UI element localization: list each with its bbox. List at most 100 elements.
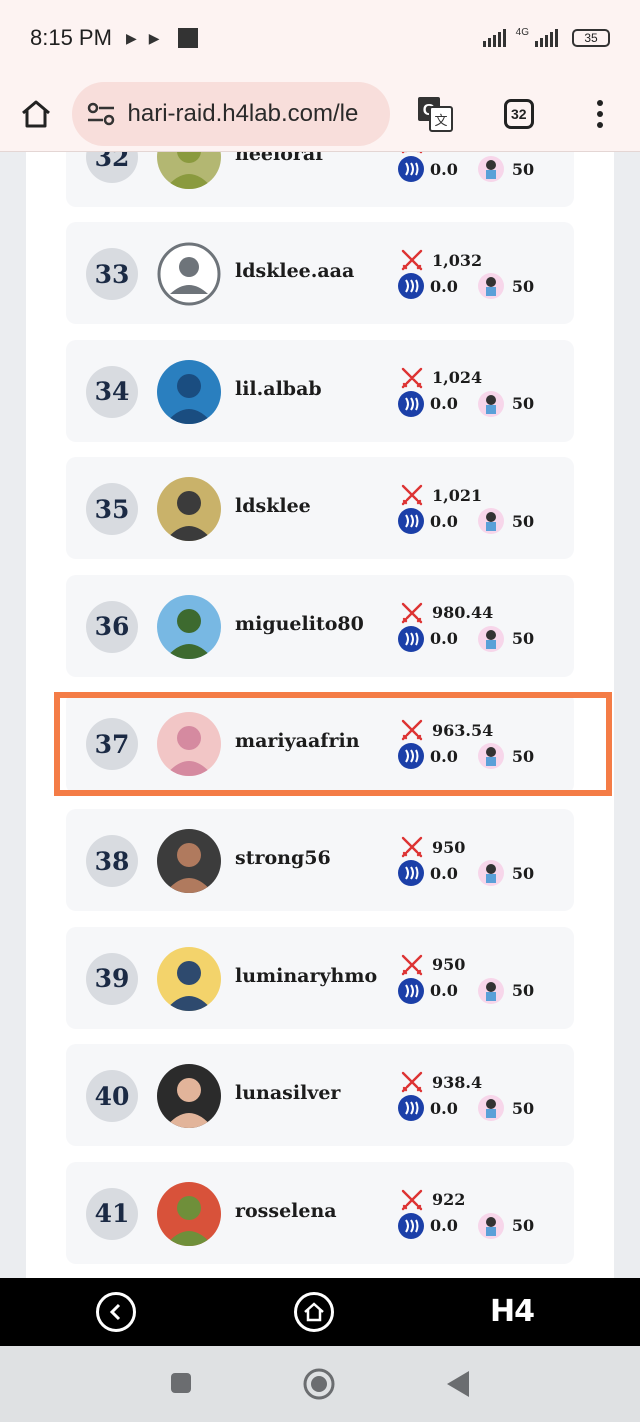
steem-icon (398, 1095, 424, 1122)
steem-value: 0.0 (430, 511, 458, 531)
username[interactable]: ldsklee (235, 495, 311, 517)
raid-score: 950 (400, 953, 465, 977)
username[interactable]: luminaryhmo (235, 965, 377, 987)
raid-value: 938.4 (432, 1072, 483, 1092)
rewards-line: 0.0 50 (398, 625, 534, 652)
tab-switcher-button[interactable]: 32 (477, 76, 560, 152)
overflow-menu-button[interactable] (561, 76, 640, 152)
crossed-swords-icon (401, 484, 423, 506)
rank-number: 39 (94, 964, 130, 994)
avatar (157, 152, 221, 189)
rewards-line: 0.0 50 (398, 977, 535, 1004)
system-back-icon[interactable] (446, 1370, 470, 1398)
stake-value: 50 (511, 1098, 535, 1118)
rank-number: 40 (94, 1081, 130, 1111)
page-content: 32 neeloraf 0.0 50 33 ldsklee.aaa 1,032 … (0, 152, 640, 1278)
steem-value: 0.0 (430, 1216, 458, 1236)
system-home-icon[interactable] (302, 1367, 336, 1401)
steem-icon (398, 860, 424, 887)
home-button[interactable] (0, 76, 72, 152)
url-text: hari-raid.h4lab.com/le (127, 99, 359, 127)
mascot-icon (477, 390, 504, 417)
steem-value: 0.0 (430, 981, 458, 1001)
mascot-icon (477, 1095, 504, 1122)
brand-logo[interactable]: H4 (490, 1294, 535, 1329)
rewards-line: 0.0 50 (398, 743, 534, 769)
crossed-swords-icon (401, 602, 423, 623)
leaderboard-row[interactable]: 33 ldsklee.aaa 1,032 0.0 50 (66, 222, 574, 325)
leaderboard-row[interactable]: 36 miguelito80 980.44 0.0 50 (66, 574, 574, 677)
home-icon (21, 100, 50, 127)
avatar (157, 477, 221, 542)
leaderboard-row[interactable]: 41 rosselena 922 0.0 50 (66, 1161, 574, 1264)
rank-number: 37 (94, 729, 130, 759)
steem-icon (398, 977, 424, 1004)
address-bar[interactable]: hari-raid.h4lab.com/le (71, 81, 390, 146)
notification-icon (177, 28, 198, 48)
stake-value: 50 (511, 981, 535, 1001)
svg-text:文: 文 (435, 114, 448, 129)
avatar (157, 946, 221, 1011)
status-time: 8:15 PM (30, 25, 112, 50)
site-settings-icon[interactable] (86, 102, 116, 126)
leaderboard-row[interactable]: 40 lunasilver 938.4 0.0 50 (66, 1044, 574, 1147)
avatar (157, 594, 221, 659)
mascot-icon (477, 273, 504, 300)
steem-value: 0.0 (430, 276, 458, 296)
username[interactable]: ldsklee.aaa (235, 260, 354, 282)
rank-badge: 34 (86, 365, 138, 418)
raid-score: 963.54 (400, 718, 493, 742)
rank-badge: 41 (86, 1187, 138, 1240)
steem-value: 0.0 (430, 746, 458, 766)
username[interactable]: rosselena (235, 1200, 337, 1222)
rank-badge: 39 (86, 952, 138, 1005)
rank-number: 38 (94, 846, 130, 876)
mascot-icon (477, 743, 504, 769)
rank-badge: 33 (86, 248, 138, 301)
leaderboard-row[interactable]: 32 neeloraf 0.0 50 (66, 152, 574, 207)
steem-icon (398, 625, 424, 652)
recent-apps-icon[interactable] (170, 1372, 192, 1394)
avatar (157, 712, 221, 776)
media-play-icon: ▶ (148, 29, 160, 46)
steem-icon (398, 390, 424, 417)
status-bar: 8:15 PM ▶ ▶ 4G 35 (0, 0, 640, 76)
steem-value: 0.0 (430, 863, 458, 883)
rewards-line: 0.0 50 (398, 273, 535, 300)
username[interactable]: miguelito80 (235, 613, 364, 635)
stake-value: 50 (511, 276, 535, 296)
steem-value: 0.0 (430, 394, 458, 414)
network-type: 4G (515, 26, 529, 38)
app-home-button[interactable] (294, 1292, 334, 1332)
raid-score: 980.44 (400, 601, 493, 625)
rank-number: 32 (94, 152, 130, 172)
leaderboard-row[interactable]: 38 strong56 950 0.0 50 (66, 809, 574, 912)
raid-score: 1,024 (400, 366, 482, 390)
rank-badge: 37 (86, 718, 138, 770)
cell-signal-icon (535, 29, 558, 47)
username[interactable]: strong56 (235, 847, 331, 869)
raid-score: 1,021 (400, 483, 482, 507)
steem-icon (398, 508, 424, 535)
username[interactable]: lunasilver (235, 1082, 340, 1104)
username[interactable]: neeloraf (235, 152, 323, 165)
back-button[interactable] (96, 1292, 136, 1332)
rank-badge: 40 (86, 1070, 138, 1123)
leaderboard-row[interactable]: 34 lil.albab 1,024 0.0 50 (66, 339, 574, 442)
leaderboard-row[interactable]: 39 luminaryhmo 950 0.0 50 (66, 926, 574, 1029)
crossed-swords-icon (401, 367, 423, 388)
media-play-icon: ▶ (125, 29, 137, 46)
raid-score: 950 (400, 835, 465, 859)
crossed-swords-icon (401, 719, 423, 741)
username[interactable]: mariyaafrin (235, 730, 360, 752)
raid-score (400, 152, 432, 155)
mascot-icon (477, 156, 504, 182)
stake-value: 50 (511, 511, 535, 531)
rewards-line: 0.0 50 (398, 860, 534, 887)
rewards-line: 0.0 50 (398, 1212, 534, 1239)
rank-number: 33 (94, 259, 130, 289)
translate-button[interactable]: G 文 (394, 76, 477, 152)
username[interactable]: lil.albab (235, 378, 322, 400)
leaderboard-row[interactable]: 35 ldsklee 1,021 0.0 50 (66, 457, 574, 560)
leaderboard-row[interactable]: 37 mariyaafrin 963.54 0.0 50 (66, 692, 574, 794)
